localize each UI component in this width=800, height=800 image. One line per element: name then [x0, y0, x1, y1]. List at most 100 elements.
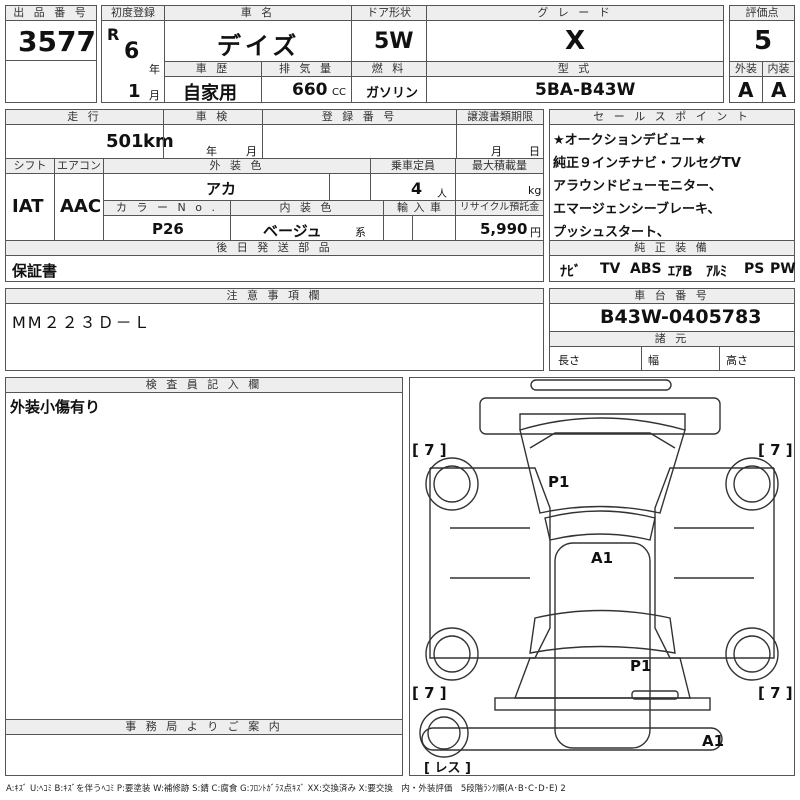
aircon-label: エアコン: [54, 158, 104, 174]
equip-pw: PW: [770, 261, 796, 277]
displacement-label: 排 気 量: [261, 61, 352, 77]
ext-color: アカ: [206, 180, 237, 198]
trunk-outline: [513, 657, 691, 699]
mark-bumper: A1: [702, 732, 724, 750]
inspection-label: 車 検: [163, 109, 263, 125]
notes-label: 注 意 事 項 欄: [5, 288, 544, 304]
grille: [529, 432, 676, 449]
notes-box: MM２２３Ｄ－Ｌ: [5, 303, 544, 371]
persons-unit: 人: [437, 189, 447, 200]
exterior-label: 外装: [729, 61, 763, 77]
later-parts-label: 後 日 発 送 部 品: [5, 240, 544, 256]
inspector-comment: 外装小傷有り: [10, 398, 101, 416]
mileage-label: 走 行: [5, 109, 164, 125]
fuel: ガソリン: [366, 86, 419, 101]
tire-rl-label: [ 7 ]: [412, 684, 447, 702]
capacity-box: 4 人: [370, 173, 456, 201]
wheel-fr-inner: [733, 465, 771, 503]
sales-point-5: プッシュスタート、: [553, 225, 670, 240]
ext-color-label: 外 装 色: [103, 158, 371, 174]
specs-divider-1: [641, 346, 642, 371]
reg-no-label: 登 録 番 号: [262, 109, 457, 125]
reg-no-box: [262, 124, 457, 159]
chassis-no-box: B43W-0405783: [549, 303, 795, 332]
month-unit: 月: [149, 89, 160, 102]
hood-outline: [519, 417, 686, 514]
door-label: ドア形状: [351, 5, 427, 21]
inspector-box: 外装小傷有り: [5, 392, 403, 720]
grade-label: グ レ ー ド: [426, 5, 724, 21]
grade: X: [565, 26, 586, 56]
aircon: AAC: [60, 196, 102, 217]
era-mark: R: [107, 25, 120, 44]
shift: IAT: [12, 196, 44, 217]
hood-front: [519, 413, 686, 430]
int-color-label: 内 装 色: [230, 200, 384, 216]
reg-month: 1: [128, 81, 141, 102]
office-box: [5, 734, 403, 776]
max-load-label: 最大積載量: [455, 158, 544, 174]
score-label: 評価点: [729, 5, 795, 21]
color-no-box: P26: [103, 215, 231, 241]
chassis-no: B43W-0405783: [600, 306, 762, 328]
right-side-outline: [654, 467, 775, 659]
reg-year: 6: [124, 39, 140, 64]
sales-point-box: ★オークションデビュー★ 純正９インチナビ・フルセグTV アラウンドビューモニタ…: [549, 124, 795, 241]
inspector-label: 検 査 員 記 入 欄: [5, 377, 403, 393]
wheel-rr-inner: [733, 635, 771, 673]
int-color: ベージュ: [263, 222, 322, 240]
inspection-year-unit: 年: [206, 145, 217, 158]
interior-box: A: [762, 76, 795, 103]
max-load-box: kg: [455, 173, 544, 201]
fuel-label: 燃 料: [351, 61, 427, 77]
transfer-month-unit: 月: [491, 145, 502, 158]
transfer-day-unit: 日: [529, 145, 540, 158]
shift-label: シフト: [5, 158, 55, 174]
legend: A:ｷｽﾞ U:ﾍｺﾐ B:ｷｽﾞを伴うﾍｺﾐ P:要塗装 W:補修跡 S:錆 …: [6, 784, 566, 794]
car-diagram-box: [ 7 ] [ 7 ] [ 7 ] [ 7 ] [ レス ] P1 A1 P1 …: [409, 377, 795, 776]
exterior-box: A: [729, 76, 763, 103]
capacity: 4: [411, 179, 423, 198]
later-parts: 保証書: [12, 262, 58, 280]
mark-trunk: P1: [630, 657, 651, 675]
shift-box: IAT: [5, 173, 55, 241]
inspection-box: 年 月: [163, 124, 263, 159]
model-type-box: 5BA-B43W: [426, 76, 724, 103]
color-no-label: カ ラ ー N o .: [103, 200, 231, 216]
equip-abs: ABS: [630, 261, 662, 277]
spec-height: 高さ: [726, 354, 748, 367]
lot-no-label: 出 品 番 号: [5, 5, 97, 21]
model-type: 5BA-B43W: [535, 80, 636, 100]
specs-divider-2: [719, 346, 720, 371]
import-box-b: [412, 215, 456, 241]
interior-score: A: [771, 78, 787, 102]
front-outline: [479, 397, 721, 435]
equipment-label: 純 正 装 備: [549, 240, 795, 256]
equip-alloy: ｱﾙﾐ: [706, 264, 727, 280]
displacement-box: 660 CC: [261, 76, 352, 103]
specs-box: 長さ 幅 高さ: [549, 346, 795, 371]
rear-window: [529, 609, 676, 654]
first-reg-label: 初度登録: [101, 5, 165, 21]
tire-fl-label: [ 7 ]: [412, 441, 447, 459]
transfer-label: 譲渡書類期限: [456, 109, 544, 125]
sales-point-4: エマージェンシーブレーキ、: [553, 202, 721, 217]
rear-outline: [494, 697, 711, 711]
spare-label: [ レス ]: [424, 761, 471, 775]
mileage-box: 501 km: [5, 124, 174, 159]
cc-unit: CC: [332, 87, 346, 98]
tire-fr-label: [ 7 ]: [758, 441, 793, 459]
history-box: 自家用: [164, 76, 262, 104]
capacity-label: 乗車定員: [370, 158, 456, 174]
car-diagram: [ 7 ] [ 7 ] [ 7 ] [ 7 ] [ レス ] P1 A1 P1 …: [412, 379, 793, 775]
wheel-rl-inner: [433, 635, 471, 673]
model-type-label: 型 式: [426, 61, 724, 77]
mileage: 501: [106, 131, 144, 152]
grade-box: X: [426, 20, 724, 62]
car-name: デイズ: [217, 32, 301, 60]
equip-ps: PS: [744, 261, 765, 277]
later-parts-box: 保証書: [5, 255, 544, 282]
ext-color-sub: [329, 173, 371, 201]
equip-tv: TV: [600, 261, 621, 277]
spec-width: 幅: [648, 354, 659, 367]
